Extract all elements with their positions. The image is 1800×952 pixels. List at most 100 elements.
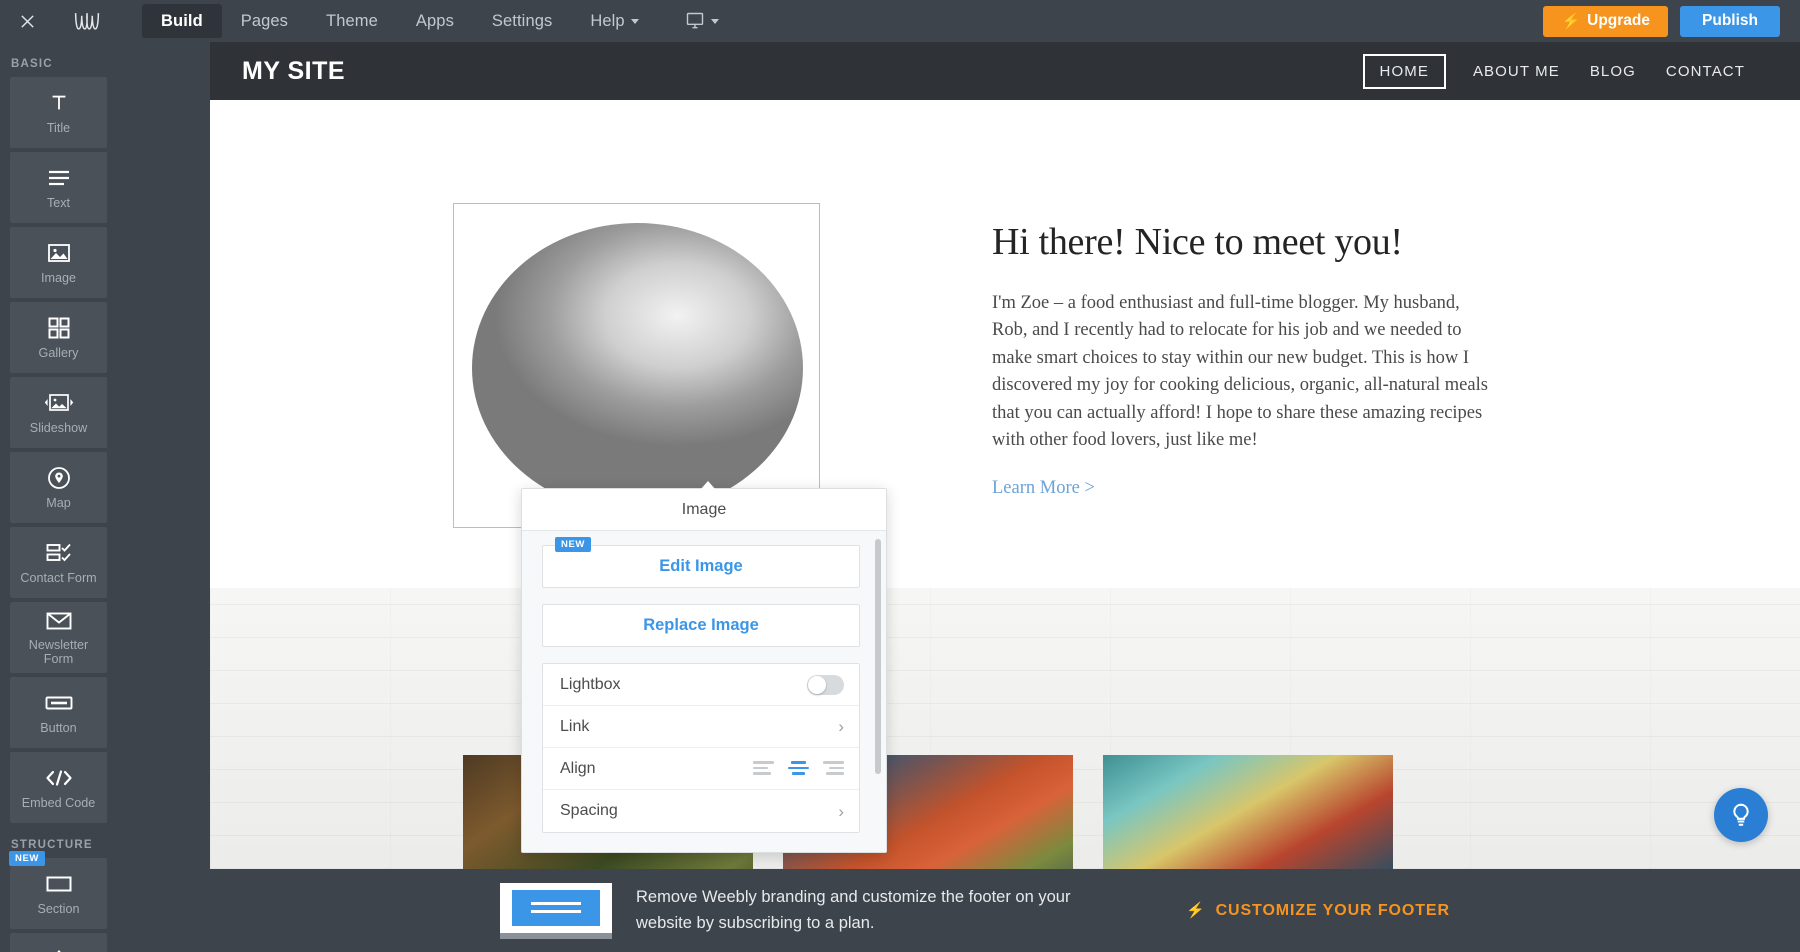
- envelope-icon: [46, 608, 72, 634]
- chevron-down-icon: [631, 19, 639, 24]
- image-settings-popup[interactable]: Image NEW Edit Image Replace Image Light…: [521, 488, 887, 853]
- sidebar-item-label: Text: [47, 196, 70, 210]
- align-left-icon[interactable]: [753, 761, 774, 776]
- site-header: MY SITE HOME ABOUT ME BLOG CONTACT: [210, 42, 1800, 100]
- tab-build-label: Build: [161, 12, 203, 31]
- tab-apps-label: Apps: [416, 12, 454, 31]
- tab-help-label: Help: [590, 12, 624, 31]
- upgrade-button-label: Upgrade: [1587, 12, 1650, 30]
- site-nav-contact[interactable]: CONTACT: [1651, 54, 1760, 89]
- chevron-right-icon: ›: [838, 718, 844, 735]
- tab-build[interactable]: Build: [142, 4, 222, 38]
- tab-pages[interactable]: Pages: [222, 4, 307, 38]
- lightbulb-icon: [1728, 802, 1754, 828]
- option-label: Link: [560, 718, 589, 736]
- device-preview-selector[interactable]: [672, 11, 731, 31]
- sidebar-item-title[interactable]: Title: [10, 77, 107, 148]
- sidebar-item-image[interactable]: Image: [10, 227, 107, 298]
- sidebar-item-label: Gallery: [39, 346, 79, 360]
- customize-footer-label: CUSTOMIZE YOUR FOOTER: [1216, 902, 1450, 920]
- site-title[interactable]: MY SITE: [242, 57, 345, 86]
- edit-image-button[interactable]: NEW Edit Image: [542, 545, 860, 588]
- slideshow-icon: [44, 390, 74, 416]
- map-pin-icon: [47, 465, 71, 491]
- sidebar-item-map[interactable]: Map: [10, 452, 107, 523]
- tab-help[interactable]: Help: [571, 4, 657, 38]
- weebly-logo-icon[interactable]: [54, 0, 120, 42]
- site-nav-home[interactable]: HOME: [1363, 54, 1446, 89]
- sidebar-item-gallery[interactable]: Gallery: [10, 302, 107, 373]
- footer-preview-thumb: [500, 883, 612, 939]
- image-options-list: Lightbox Link › Align: [542, 663, 860, 833]
- weebly-editor-window: Build Pages Theme Apps Settings Help ⚡ U…: [0, 0, 1800, 952]
- title-icon: [48, 90, 70, 116]
- topbar-actions: ⚡ Upgrade Publish: [1543, 6, 1800, 37]
- tab-theme-label: Theme: [326, 12, 378, 31]
- editor-main-nav: Build Pages Theme Apps Settings Help: [142, 0, 731, 42]
- hero-paragraph[interactable]: I'm Zoe – a food enthusiast and full-tim…: [992, 290, 1494, 454]
- chevron-down-icon: [711, 19, 719, 24]
- learn-more-link[interactable]: Learn More >: [992, 478, 1095, 499]
- sidebar-item-divider[interactable]: Divider: [10, 933, 107, 952]
- hero-text-block: Hi there! Nice to meet you! I'm Zoe – a …: [992, 220, 1502, 499]
- sidebar-item-contact-form[interactable]: Contact Form: [10, 527, 107, 598]
- bolt-icon: ⚡: [1186, 903, 1206, 918]
- option-label: Spacing: [560, 802, 618, 820]
- replace-image-button[interactable]: Replace Image: [542, 604, 860, 647]
- sidebar-item-newsletter-form[interactable]: Newsletter Form: [10, 602, 107, 673]
- contact-form-icon: [46, 540, 72, 566]
- tab-settings-label: Settings: [492, 12, 552, 31]
- gallery-grid-icon: [48, 315, 70, 341]
- align-right-icon[interactable]: [823, 761, 844, 776]
- image-icon: [47, 240, 71, 266]
- sidebar-section-heading-basic: BASIC: [0, 42, 210, 77]
- sidebar-item-embed-code[interactable]: Embed Code: [10, 752, 107, 823]
- publish-button[interactable]: Publish: [1680, 6, 1780, 37]
- replace-image-label: Replace Image: [643, 616, 759, 635]
- hero-heading[interactable]: Hi there! Nice to meet you!: [992, 220, 1502, 264]
- site-nav-blog[interactable]: BLOG: [1575, 54, 1651, 89]
- option-row-spacing[interactable]: Spacing ›: [543, 790, 859, 832]
- lightbox-toggle[interactable]: [807, 675, 844, 695]
- tab-settings[interactable]: Settings: [473, 4, 571, 38]
- help-button[interactable]: [1714, 788, 1768, 842]
- sidebar-item-section[interactable]: NEW Section: [10, 858, 107, 929]
- desktop-monitor-icon: [684, 11, 706, 31]
- edit-image-label: Edit Image: [659, 557, 742, 576]
- tab-apps[interactable]: Apps: [397, 4, 473, 38]
- option-row-lightbox[interactable]: Lightbox: [543, 664, 859, 706]
- option-row-align[interactable]: Align: [543, 748, 859, 790]
- sidebar-item-label: Slideshow: [30, 421, 87, 435]
- option-label: Align: [560, 760, 596, 778]
- customize-footer-link[interactable]: ⚡ CUSTOMIZE YOUR FOOTER: [1186, 902, 1450, 920]
- tab-theme[interactable]: Theme: [307, 4, 397, 38]
- site-nav-about-me[interactable]: ABOUT ME: [1458, 54, 1575, 89]
- sidebar-item-label: Image: [41, 271, 76, 285]
- sidebar-item-label: Section: [37, 902, 79, 916]
- tab-pages-label: Pages: [241, 12, 288, 31]
- new-badge: NEW: [9, 851, 45, 866]
- toggle-knob: [808, 676, 826, 694]
- sidebar-item-slideshow[interactable]: Slideshow: [10, 377, 107, 448]
- selected-image-element[interactable]: [453, 203, 820, 528]
- couple-portrait-photo: [472, 223, 803, 513]
- site-preview-canvas[interactable]: MY SITE HOME ABOUT ME BLOG CONTACT Hi th…: [210, 42, 1800, 952]
- option-row-link[interactable]: Link ›: [543, 706, 859, 748]
- close-editor-button[interactable]: [0, 0, 54, 42]
- new-badge: NEW: [555, 537, 591, 552]
- rectangle-icon: [46, 871, 72, 897]
- elements-sidebar[interactable]: BASIC Title Text Image Gallery Slideshow: [0, 42, 210, 952]
- sidebar-item-label: Contact Form: [20, 571, 96, 585]
- footer-banner-message: Remove Weebly branding and customize the…: [636, 885, 1086, 936]
- divider-icon: [47, 946, 71, 952]
- editor-top-bar: Build Pages Theme Apps Settings Help ⚡ U…: [0, 0, 1800, 42]
- site-navigation: HOME ABOUT ME BLOG CONTACT: [1363, 54, 1760, 89]
- sidebar-group-structure: NEW Section Divider Spacer: [0, 858, 210, 952]
- align-center-icon[interactable]: [788, 761, 809, 776]
- sidebar-item-text[interactable]: Text: [10, 152, 107, 223]
- popup-scrollbar[interactable]: [875, 539, 881, 774]
- site-body: Hi there! Nice to meet you! I'm Zoe – a …: [210, 100, 1800, 772]
- sidebar-item-button[interactable]: Button: [10, 677, 107, 748]
- footer-preview-thumb-inner: [512, 890, 600, 926]
- upgrade-button[interactable]: ⚡ Upgrade: [1543, 6, 1668, 37]
